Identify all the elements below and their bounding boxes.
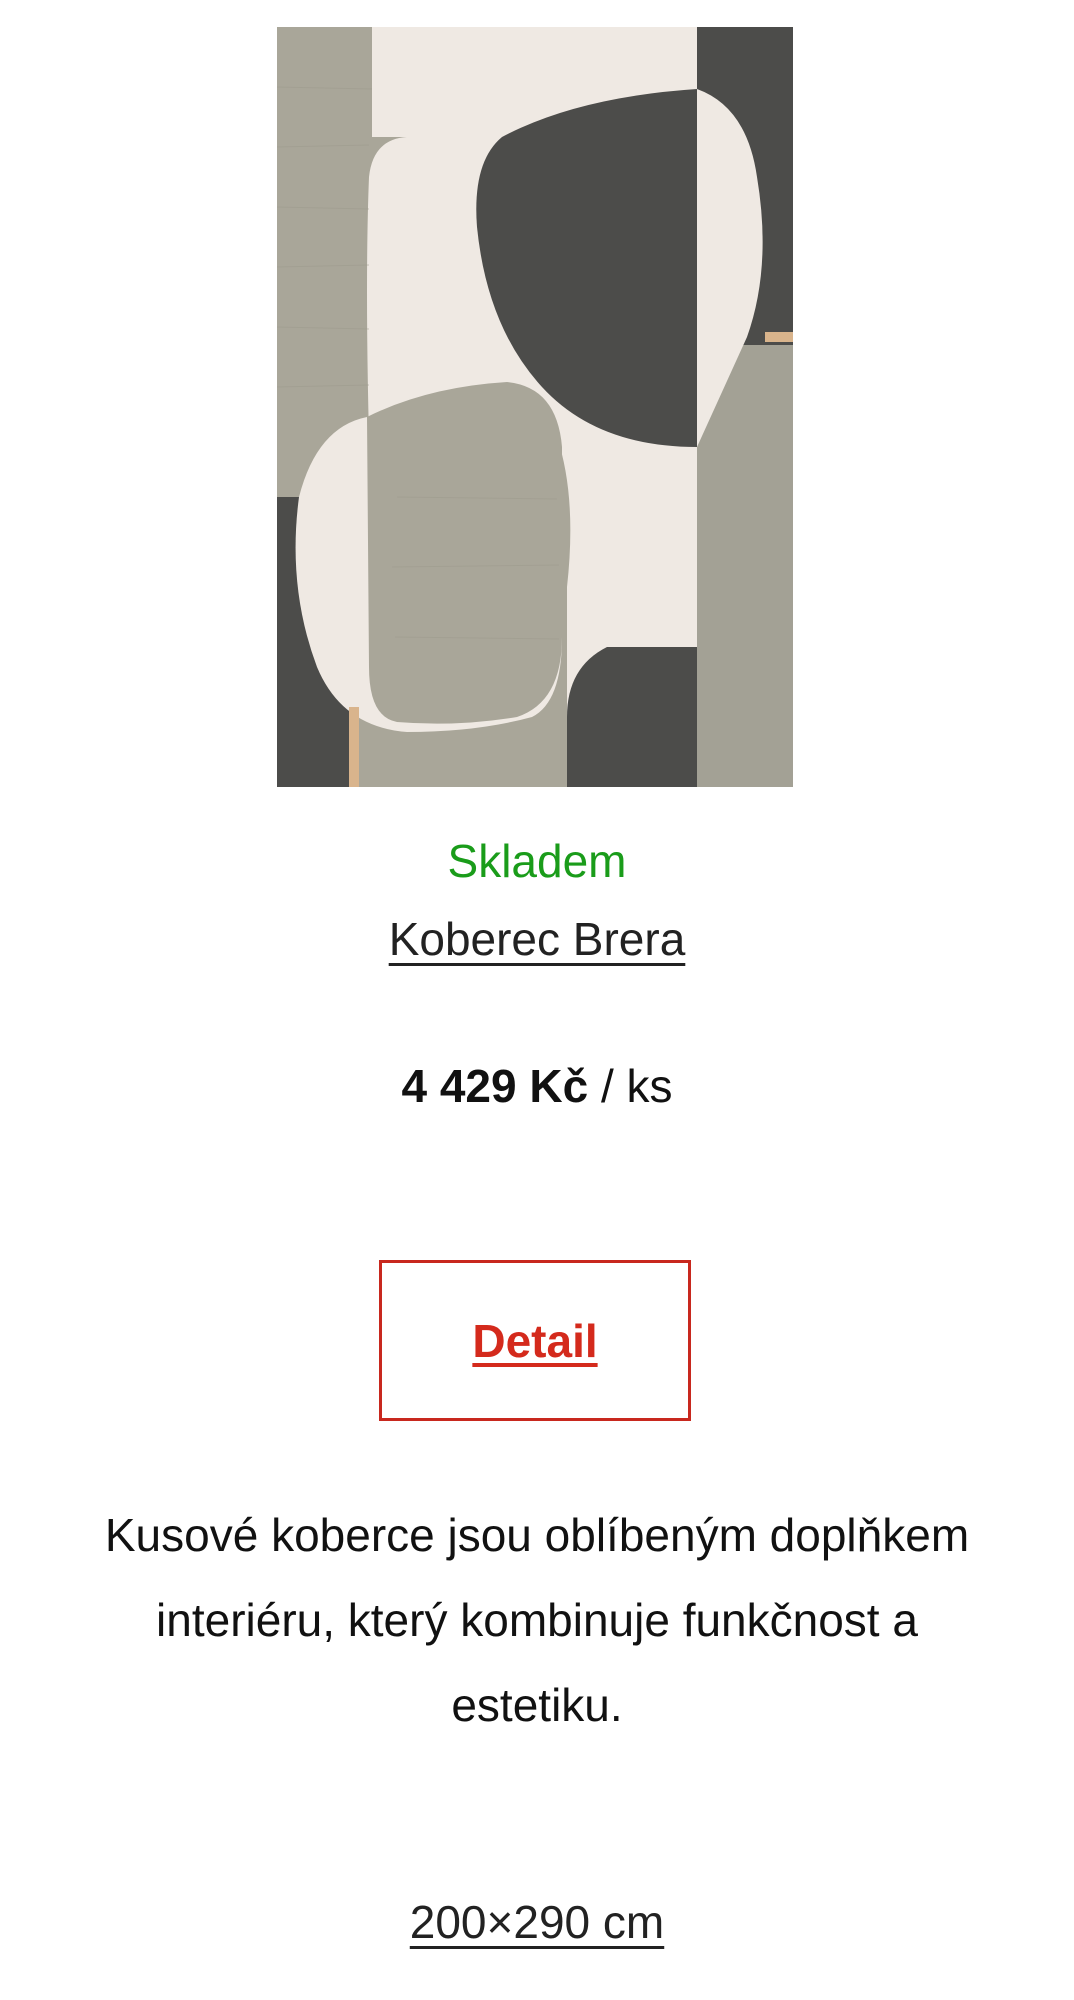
product-image-rug [277, 27, 793, 787]
product-card: Skladem Koberec Brera 4 429 Kč / ks Deta… [0, 0, 1074, 2000]
product-description: Kusové koberce jsou oblíbeným doplňkem i… [104, 1509, 970, 1731]
product-image-link[interactable] [277, 27, 793, 787]
size-variant: 200×290 cm [0, 1894, 1074, 1950]
size-variant-link[interactable]: 200×290 cm [410, 1896, 664, 1948]
stock-status: Skladem [447, 835, 627, 887]
price-unit: / ks [600, 1060, 673, 1112]
price-row: 4 429 Kč / ks [0, 1058, 1074, 1114]
detail-button-label: Detail [472, 1314, 598, 1367]
product-name: Koberec Brera [0, 911, 1074, 967]
product-name-link[interactable]: Koberec Brera [389, 913, 686, 965]
price-value: 4 429 Kč [401, 1060, 589, 1112]
detail-button[interactable]: Detail [379, 1260, 691, 1421]
